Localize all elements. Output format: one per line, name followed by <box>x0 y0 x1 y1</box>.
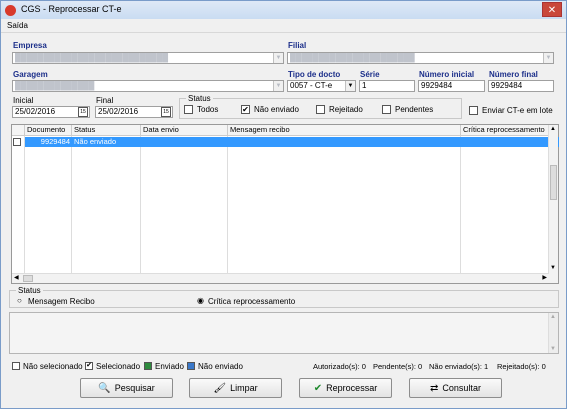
inicial-date-value: 25/02/2016 <box>15 107 56 116</box>
mensagem-recibo-label: Mensagem Recibo <box>28 297 95 306</box>
consultar-label: Consultar <box>442 383 481 393</box>
cell-documento: 9929484 <box>40 137 70 146</box>
title-bar: CGS - Reprocessar CT-e ✕ <box>1 1 566 19</box>
nao-enviado-label: Não enviado <box>254 105 299 114</box>
table-row[interactable]: 9929484 Não enviado <box>25 137 559 147</box>
calendar-icon[interactable]: 15 <box>78 107 88 117</box>
enviado-swatch <box>144 362 152 370</box>
mensagem-recibo-radio[interactable]: ○ <box>17 296 22 305</box>
pendentes-counter: Pendente(s): 0 <box>373 362 423 371</box>
column-mensagem-recibo[interactable]: Mensagem recibo <box>228 125 461 136</box>
column-status[interactable]: Status <box>72 125 141 136</box>
column-documento[interactable]: Documento <box>25 125 72 136</box>
message-detail-area[interactable]: ▲ ▼ <box>9 312 559 354</box>
empresa-select[interactable]: ███████████████████████████ ▼ <box>12 52 284 64</box>
nao-enviados-counter: Não enviado(s): 1 <box>429 362 489 371</box>
enviado-label: Enviado <box>155 362 184 371</box>
empresa-label: Empresa <box>13 41 47 50</box>
window-title: CGS - Reprocessar CT-e <box>21 4 122 14</box>
app-logo-icon <box>5 5 16 16</box>
tipo-docto-select[interactable]: 0057 - CT-e ▼ <box>287 80 356 92</box>
nao-enviado-legend-label: Não enviado <box>198 362 243 371</box>
detail-scrollbar[interactable]: ▲ ▼ <box>548 313 558 353</box>
column-data-envio[interactable]: Data envio <box>141 125 228 136</box>
nao-selecionado-swatch <box>12 362 20 370</box>
chevron-down-icon[interactable]: ▼ <box>543 53 553 63</box>
final-label: Final <box>96 96 114 105</box>
grid-header-selector <box>12 125 25 136</box>
numero-inicial-input[interactable]: 9929484 <box>418 80 485 92</box>
inicial-date-input[interactable]: 25/02/2016 15 <box>12 106 90 118</box>
inicial-label: Inicial <box>13 96 34 105</box>
pendentes-label: Pendentes <box>395 105 434 114</box>
reprocessar-label: Reprocessar <box>326 383 378 393</box>
rejeitado-checkbox[interactable] <box>316 105 325 114</box>
hscroll-thumb[interactable] <box>23 275 33 282</box>
garagem-select[interactable]: ██████████████ ▼ <box>12 80 284 92</box>
critica-label: Crítica reprocessamento <box>208 297 296 306</box>
rejeitado-label: Rejeitado <box>329 105 363 114</box>
enviar-lote-label: Enviar CT-e em lote <box>482 106 553 115</box>
chevron-down-icon[interactable]: ▼ <box>273 81 283 91</box>
enviar-lote-checkbox[interactable] <box>469 106 478 115</box>
documents-grid[interactable]: Documento Status Data envio Mensagem rec… <box>11 124 559 284</box>
numero-inicial-label: Número inicial <box>419 70 475 79</box>
main-window: CGS - Reprocessar CT-e ✕ Saída Empresa █… <box>0 0 567 409</box>
column-divider <box>24 136 25 274</box>
serie-label: Série <box>360 70 380 79</box>
nao-selecionado-label: Não selecionado <box>23 362 83 371</box>
menu-saida[interactable]: Saída <box>7 21 28 30</box>
selecionado-swatch: ✔ <box>85 362 93 370</box>
column-divider <box>71 136 72 274</box>
limpar-label: Limpar <box>230 383 258 393</box>
numero-final-label: Número final <box>489 70 538 79</box>
todos-label: Todos <box>197 105 219 114</box>
final-date-input[interactable]: 25/02/2016 15 <box>95 106 173 118</box>
final-date-value: 25/02/2016 <box>98 107 139 116</box>
garagem-label: Garagem <box>13 70 48 79</box>
nao-enviado-swatch <box>187 362 195 370</box>
menu-bar: Saída <box>1 19 566 33</box>
scroll-thumb[interactable] <box>550 165 557 200</box>
vertical-scrollbar[interactable]: ▲ ▼ <box>548 125 558 283</box>
tipo-docto-value: 0057 - CT-e <box>290 81 333 90</box>
reprocessar-button[interactable]: ✔ Reprocessar <box>299 378 392 398</box>
cell-status: Não enviado <box>74 137 117 146</box>
row-checkbox[interactable] <box>13 138 21 146</box>
exchange-icon: ⇄ <box>430 383 439 394</box>
brush-icon: 🖌 <box>213 383 227 394</box>
nao-enviado-checkbox[interactable]: ✔ <box>241 105 250 114</box>
calendar-icon[interactable]: 15 <box>161 107 171 117</box>
numero-final-input[interactable]: 9929484 <box>488 80 554 92</box>
status-filter-legend: Status <box>188 94 211 103</box>
column-critica[interactable]: Crítica reprocessamento <box>461 125 549 136</box>
pesquisar-button[interactable]: 🔍 Pesquisar <box>80 378 173 398</box>
todos-checkbox[interactable] <box>184 105 193 114</box>
column-divider <box>460 136 461 274</box>
tipo-docto-label: Tipo de docto <box>288 70 341 79</box>
column-divider <box>227 136 228 274</box>
filial-select[interactable]: ██████████████████████ ▼ <box>287 52 554 64</box>
chevron-down-icon[interactable]: ▼ <box>345 81 355 91</box>
check-icon: ✔ <box>313 383 323 394</box>
search-icon: 🔍 <box>98 383 111 394</box>
rejeitados-counter: Rejeitado(s): 0 <box>497 362 546 371</box>
pendentes-checkbox[interactable] <box>382 105 391 114</box>
column-divider <box>140 136 141 274</box>
critica-radio[interactable]: ◉ <box>197 296 204 305</box>
status-view-legend: Status <box>18 286 41 295</box>
serie-input[interactable]: 1 <box>359 80 415 92</box>
limpar-button[interactable]: 🖌 Limpar <box>189 378 282 398</box>
pesquisar-label: Pesquisar <box>114 383 155 393</box>
close-button[interactable]: ✕ <box>542 2 562 17</box>
chevron-down-icon[interactable]: ▼ <box>273 53 283 63</box>
autorizados-counter: Autorizado(s): 0 <box>313 362 366 371</box>
filial-label: Filial <box>288 41 307 50</box>
horizontal-scrollbar[interactable]: ◀ ▶ <box>12 273 549 283</box>
consultar-button[interactable]: ⇄ Consultar <box>409 378 502 398</box>
selecionado-label: Selecionado <box>96 362 141 371</box>
